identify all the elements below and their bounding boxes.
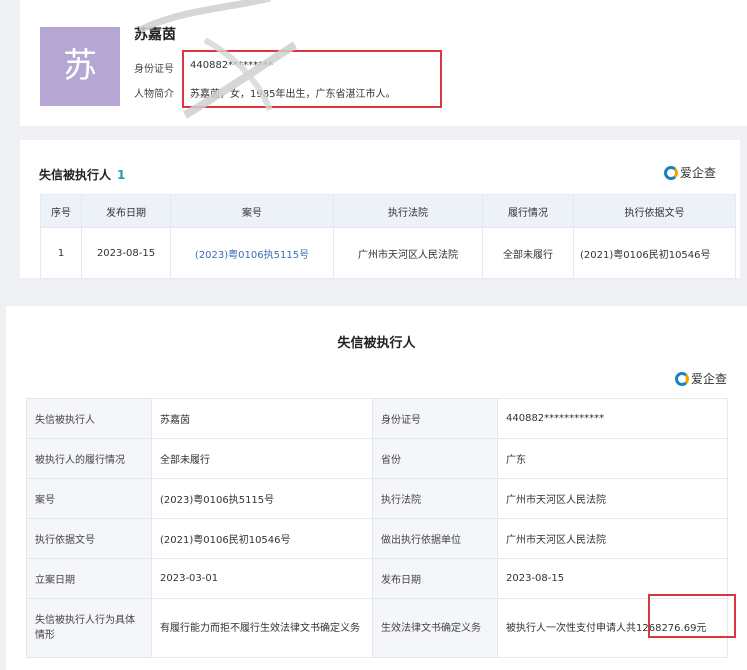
col-header: 履行情况 — [482, 194, 574, 228]
bio-label: 人物简介 — [134, 89, 174, 100]
field-label: 做出执行依据单位 — [372, 518, 498, 559]
detail-row: 失信被执行人行为具体情形 有履行能力而拒不履行生效法律文书确定义务 生效法律文书… — [26, 598, 728, 658]
field-value: 有履行能力而拒不履行生效法律文书确定义务 — [151, 598, 373, 658]
col-header: 执行法院 — [333, 194, 483, 228]
section-title: 失信被执行人 1 — [39, 168, 126, 182]
detail-title: 失信被执行人 — [337, 336, 416, 351]
col-header: 执行依据文号 — [573, 194, 736, 228]
highlight-box — [182, 50, 442, 108]
field-value: 2023-03-01 — [151, 558, 373, 599]
profile-card: 苏 苏嘉茵 身份证号 440882********* 人物简介 苏嘉茵，女，19… — [20, 0, 747, 126]
cell-basis-no: (2021)粤0106民初10546号 — [573, 227, 736, 279]
aiqicha-icon — [663, 166, 678, 180]
field-label: 发布日期 — [372, 558, 498, 599]
aiqicha-icon — [674, 372, 689, 386]
detail-row: 案号 (2023)粤0106执5115号 执行法院 广州市天河区人民法院 — [26, 478, 728, 519]
avatar: 苏 — [40, 27, 120, 106]
field-value: 广州市天河区人民法院 — [497, 478, 728, 519]
detail-table: 失信被执行人 苏嘉茵 身份证号 440882************ 被执行人的… — [26, 398, 728, 658]
detail-row: 失信被执行人 苏嘉茵 身份证号 440882************ — [26, 398, 728, 439]
table-row: 1 2023-08-15 (2023)粤0106执5115号 广州市天河区人民法… — [40, 227, 736, 279]
id-label: 身份证号 — [134, 64, 174, 75]
field-value: (2021)粤0106民初10546号 — [151, 518, 373, 559]
field-label: 执行依据文号 — [26, 518, 152, 559]
summary-table: 序号 发布日期 案号 执行法院 履行情况 执行依据文号 1 2023-08-15… — [40, 194, 736, 279]
field-label: 立案日期 — [26, 558, 152, 599]
field-value: 2023-08-15 — [497, 558, 728, 599]
aiqicha-logo: 爱企查 — [663, 164, 716, 181]
aiqicha-logo: 爱企查 — [674, 370, 727, 387]
detail-row: 立案日期 2023-03-01 发布日期 2023-08-15 — [26, 558, 728, 599]
field-label: 失信被执行人 — [26, 398, 152, 439]
dishonest-detail-card: 失信被执行人 爱企查 失信被执行人 苏嘉茵 身份证号 440882*******… — [6, 306, 747, 670]
field-value: 440882************ — [497, 398, 728, 439]
field-value: (2023)粤0106执5115号 — [151, 478, 373, 519]
field-label: 失信被执行人行为具体情形 — [26, 598, 152, 658]
cell-court: 广州市天河区人民法院 — [333, 227, 483, 279]
col-header: 序号 — [40, 194, 82, 228]
person-name[interactable]: 苏嘉茵 — [134, 24, 176, 44]
field-label: 生效法律文书确定义务 — [372, 598, 498, 658]
cell-date: 2023-08-15 — [81, 227, 171, 279]
person-name-link[interactable]: 苏嘉茵 — [151, 398, 373, 439]
cell-no: 1 — [40, 227, 82, 279]
col-header: 案号 — [170, 194, 334, 228]
detail-row: 执行依据文号 (2021)粤0106民初10546号 做出执行依据单位 广州市天… — [26, 518, 728, 559]
cell-status: 全部未履行 — [482, 227, 574, 279]
field-label: 身份证号 — [372, 398, 498, 439]
detail-row: 被执行人的履行情况 全部未履行 省份 广东 — [26, 438, 728, 479]
field-label: 被执行人的履行情况 — [26, 438, 152, 479]
col-header: 发布日期 — [81, 194, 171, 228]
field-value: 广东 — [497, 438, 728, 479]
dishonest-summary-card: 失信被执行人 1 爱企查 序号 发布日期 案号 执行法院 履行情况 执行依据文号 … — [20, 140, 740, 279]
field-value: 全部未履行 — [151, 438, 373, 479]
record-count: 1 — [117, 168, 126, 182]
field-label: 省份 — [372, 438, 498, 479]
case-number-link[interactable]: (2023)粤0106执5115号 — [170, 227, 334, 279]
amount-highlight-box — [648, 594, 736, 638]
field-value: 广州市天河区人民法院 — [497, 518, 728, 559]
field-label: 执行法院 — [372, 478, 498, 519]
field-label: 案号 — [26, 478, 152, 519]
